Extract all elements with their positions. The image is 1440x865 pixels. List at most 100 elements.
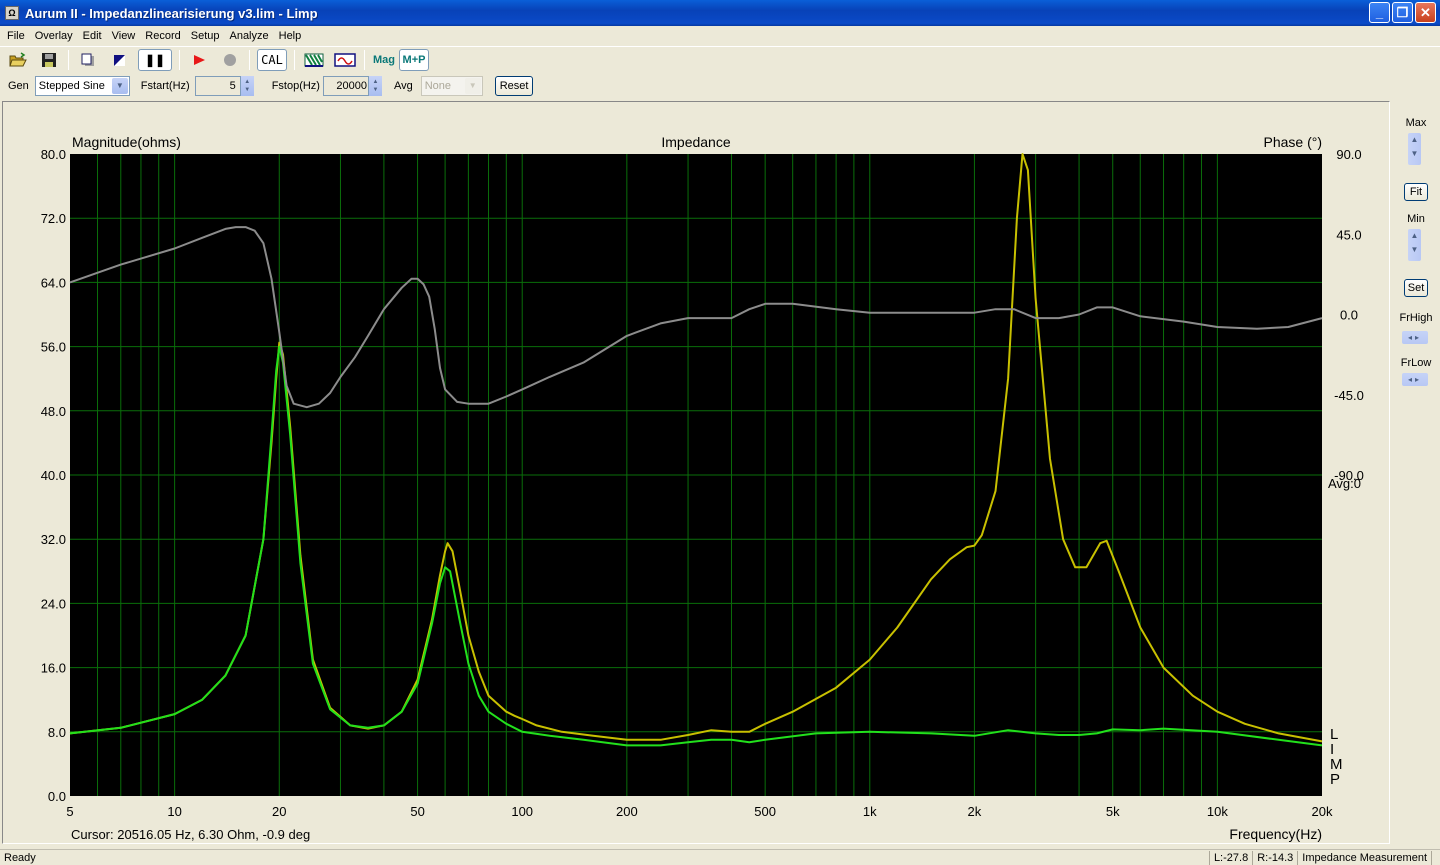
- x-axis-label: Frequency(Hz): [1229, 826, 1322, 842]
- menu-analyze[interactable]: Analyze: [224, 30, 273, 42]
- mag-label: Mag: [373, 53, 395, 66]
- play-button[interactable]: [187, 49, 211, 71]
- chart-title: Impedance: [661, 134, 730, 150]
- avg-select[interactable]: None ▼: [420, 76, 483, 96]
- frlow-label: FrLow: [1400, 357, 1432, 369]
- min-label: Min: [1407, 213, 1425, 225]
- pause-icon: ❚❚: [144, 52, 166, 67]
- x-tick-label: 5: [66, 804, 73, 819]
- menu-edit[interactable]: Edit: [78, 30, 107, 42]
- chart-panel: 80.0 72.0 64.0 56.0 48.0 40.0 32.0 24.0 16.0 8.0 0…: [2, 101, 1390, 844]
- reset-button[interactable]: Reset: [494, 76, 534, 96]
- y-tick-label: 0.0: [48, 789, 66, 804]
- legend-letters: LIMP: [1330, 726, 1343, 788]
- x-tick-label: 10k: [1207, 804, 1228, 819]
- filter-button[interactable]: [302, 49, 326, 71]
- menu-bar: File Overlay Edit View Record Setup Anal…: [0, 26, 1440, 45]
- reset-label: Reset: [499, 80, 529, 92]
- signal-button[interactable]: [333, 49, 357, 71]
- y-tick-label: 32.0: [41, 532, 66, 547]
- measurement-mode: Impedance Measurement: [1297, 850, 1432, 865]
- half-triangle-icon: [114, 54, 125, 66]
- x-tick-label: 2k: [968, 804, 982, 819]
- window-title: Aurum II - Impedanzlinearisierung v3.lim…: [25, 5, 318, 21]
- toolbar: ❚❚ CAL Mag M+P: [0, 46, 1440, 72]
- page-copy-icon: [81, 53, 94, 66]
- cal-button[interactable]: CAL: [257, 48, 287, 71]
- toolbar-separator: [68, 49, 69, 70]
- open-button[interactable]: [6, 49, 30, 71]
- max-spinner[interactable]: ▲ ▼: [1408, 133, 1421, 165]
- y2-tick-label: 0.0: [1340, 308, 1358, 323]
- fstart-input[interactable]: 5: [194, 76, 241, 96]
- toolbar-separator: [364, 49, 365, 70]
- restore-button[interactable]: ❐: [1392, 2, 1413, 23]
- app-icon[interactable]: Ω: [5, 6, 19, 20]
- fstart-label: Fstart(Hz): [140, 80, 190, 92]
- filter-stripes-icon: [304, 53, 324, 67]
- avg-label: Avg: [393, 80, 413, 92]
- fit-button[interactable]: Fit: [1404, 183, 1428, 201]
- menu-overlay[interactable]: Overlay: [30, 30, 78, 42]
- frlow-spinner[interactable]: ◂▸: [1402, 373, 1428, 386]
- y2-axis-ticks: 90.045.00.0-45.0-90.0: [1334, 147, 1364, 483]
- y-tick-label: 64.0: [41, 275, 66, 290]
- y-tick-label: 16.0: [41, 661, 66, 676]
- avg-readout: Avg:0: [1328, 476, 1361, 491]
- minimize-button[interactable]: _: [1369, 2, 1390, 23]
- fstart-value: 5: [229, 80, 236, 92]
- invert-button[interactable]: [107, 49, 131, 71]
- menu-record[interactable]: Record: [140, 30, 185, 42]
- x-axis-ticks: 5 10 20 50 100 200 500 1k 2k 5k 10k 20k: [66, 804, 1333, 819]
- folder-open-icon: [9, 51, 27, 66]
- y-tick-label: 24.0: [41, 596, 66, 611]
- frhigh-spinner[interactable]: ◂▸: [1402, 331, 1428, 344]
- set-button[interactable]: Set: [1404, 279, 1428, 297]
- y-axis-ticks: 80.0 72.0 64.0 56.0 48.0 40.0 32.0 24.0 16.0 8.0 0…: [41, 147, 66, 804]
- y-tick-label: 80.0: [41, 147, 66, 162]
- x-tick-label: 1k: [863, 804, 877, 819]
- x-tick-label: 20: [272, 804, 286, 819]
- x-tick-label: 200: [616, 804, 638, 819]
- close-button[interactable]: ✕: [1415, 2, 1436, 23]
- avg-value: None: [424, 80, 452, 92]
- toolbar-separator: [179, 49, 180, 70]
- y-tick-label: 72.0: [41, 211, 66, 226]
- cursor-readout: Cursor: 20516.05 Hz, 6.30 Ohm, -0.9 deg: [71, 827, 310, 842]
- menu-setup[interactable]: Setup: [186, 30, 225, 42]
- chevron-down-icon[interactable]: ▼: [111, 78, 128, 94]
- mag-button[interactable]: Mag: [372, 49, 396, 71]
- cal-label: CAL: [261, 52, 283, 67]
- x-tick-label: 20k: [1312, 804, 1333, 819]
- menu-view[interactable]: View: [107, 30, 141, 42]
- menu-help[interactable]: Help: [274, 30, 307, 42]
- fstop-input[interactable]: 20000: [322, 76, 369, 96]
- impedance-chart[interactable]: 80.0 72.0 64.0 56.0 48.0 40.0 32.0 24.0 16.0 8.0 0…: [3, 102, 1389, 843]
- menu-file[interactable]: File: [2, 30, 30, 42]
- y2-tick-label: 45.0: [1336, 227, 1361, 242]
- fstop-spinner[interactable]: ▲ ▼: [368, 76, 382, 96]
- record-icon: [224, 53, 236, 66]
- generator-controls: Gen Stepped Sine ▼ Fstart(Hz) 5 ▲ ▼ Fstop…: [0, 73, 1440, 99]
- floppy-disk-icon: [42, 52, 56, 67]
- record-button[interactable]: [218, 49, 242, 71]
- toolbar-separator: [249, 49, 250, 70]
- x-tick-label: 100: [511, 804, 533, 819]
- left-level: L:-27.8: [1208, 850, 1252, 865]
- gen-label: Gen: [8, 80, 29, 92]
- copy-button[interactable]: [76, 49, 100, 71]
- mag-phase-button[interactable]: M+P: [399, 48, 429, 71]
- y2-tick-label: -45.0: [1334, 388, 1364, 403]
- y-tick-label: 56.0: [41, 340, 66, 355]
- pause-button[interactable]: ❚❚: [138, 48, 172, 71]
- y-tick-label: 48.0: [41, 404, 66, 419]
- scale-side-panel: Max ▲ ▼ Fit Min ▲ ▼ Set FrHigh ◂▸ FrLow ◂▸: [1392, 101, 1440, 844]
- save-button[interactable]: [37, 49, 61, 71]
- min-spinner[interactable]: ▲ ▼: [1408, 229, 1421, 261]
- generator-select[interactable]: Stepped Sine ▼: [34, 76, 130, 96]
- status-ready: Ready: [4, 851, 36, 864]
- legend-letter: P: [1330, 771, 1340, 788]
- fstart-spinner[interactable]: ▲ ▼: [240, 76, 254, 96]
- y-tick-label: 8.0: [48, 725, 66, 740]
- chevron-down-icon[interactable]: ▼: [464, 78, 481, 94]
